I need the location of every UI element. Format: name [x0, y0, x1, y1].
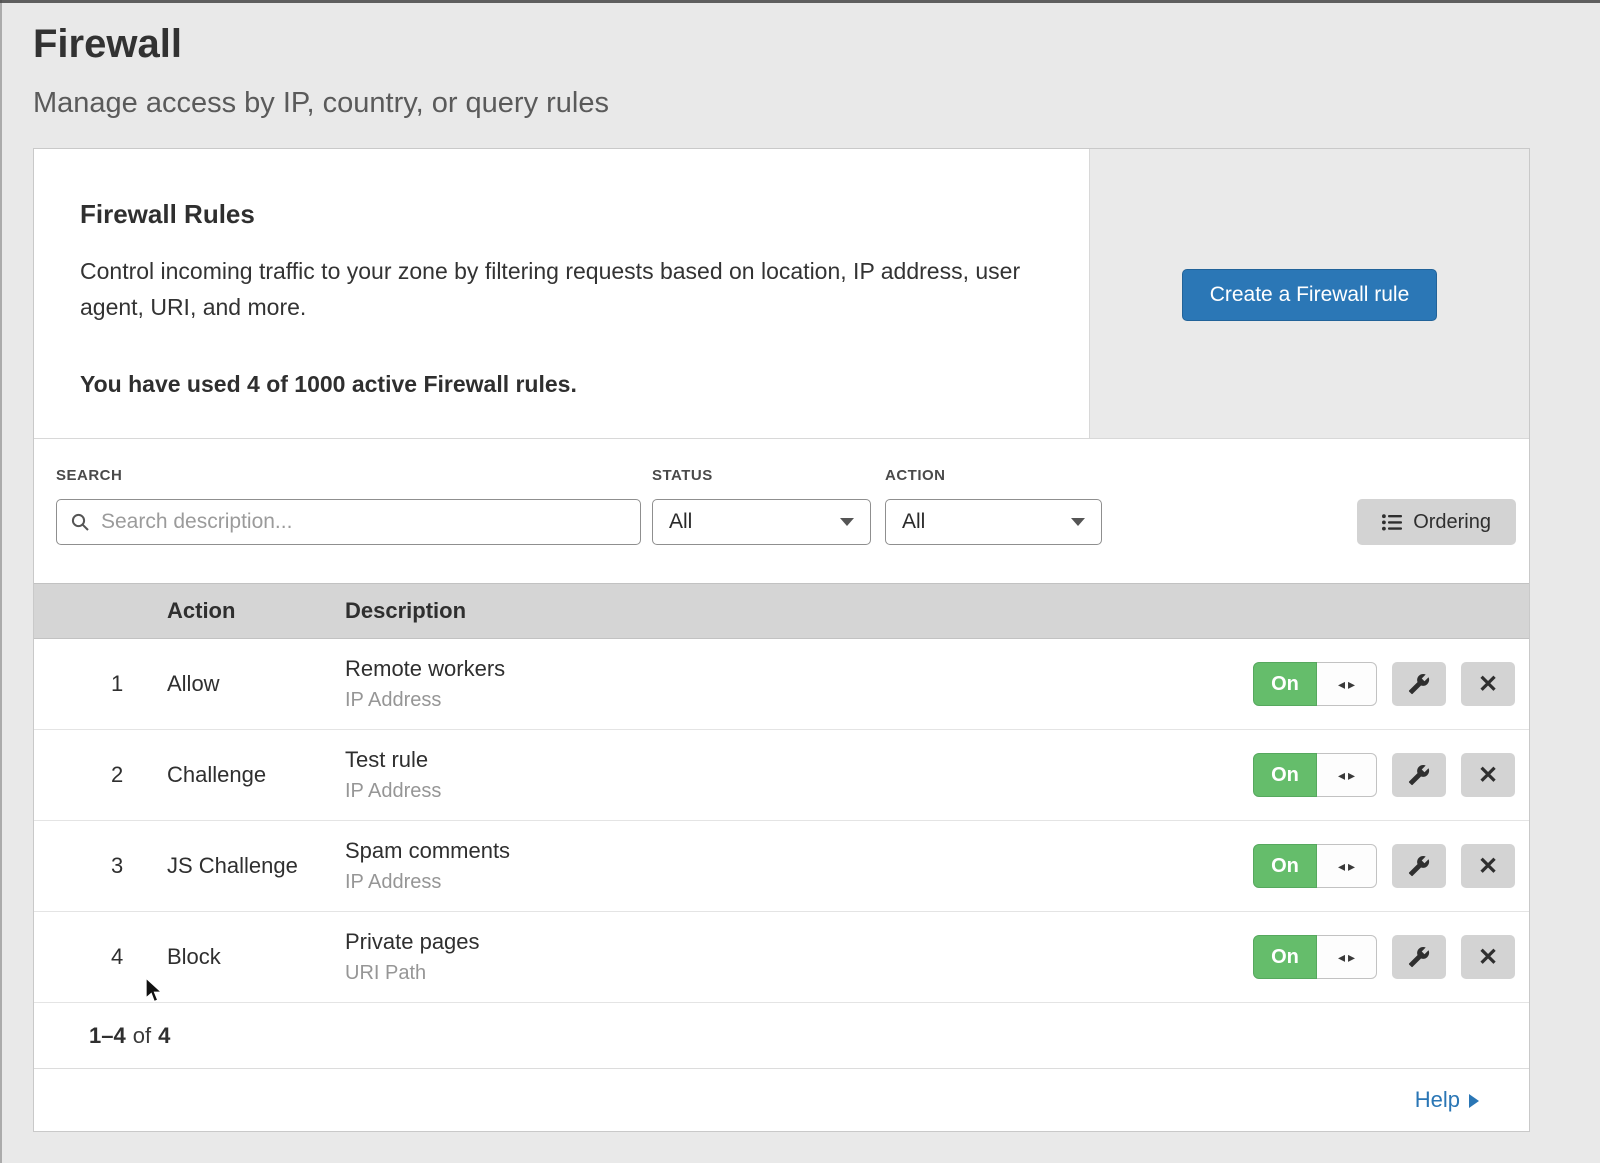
delete-rule-button[interactable]: ✕ — [1461, 844, 1515, 888]
status-select[interactable]: All — [652, 499, 871, 545]
table-row: 3 JS Challenge Spam comments IP Address … — [34, 821, 1529, 912]
status-label: STATUS — [652, 467, 871, 484]
rule-enable-toggle[interactable]: On ◂▸ — [1253, 662, 1377, 706]
action-label: ACTION — [885, 467, 1102, 484]
rule-description-cell: Spam comments IP Address — [345, 838, 1199, 894]
wrench-icon — [1408, 946, 1430, 968]
wrench-icon — [1408, 855, 1430, 877]
rule-match-type: IP Address — [345, 871, 1199, 894]
toggle-on-label[interactable]: On — [1253, 662, 1317, 706]
wrench-icon — [1408, 764, 1430, 786]
status-select-value: All — [669, 510, 692, 534]
rules-card-heading: Firewall Rules — [80, 199, 1029, 230]
table-row: 1 Allow Remote workers IP Address On ◂▸ … — [34, 639, 1529, 730]
close-icon: ✕ — [1478, 670, 1498, 699]
panel-header-action-area: Create a Firewall rule — [1089, 149, 1529, 438]
rule-controls: On ◂▸ ✕ — [1199, 662, 1529, 706]
ordering-button[interactable]: Ordering — [1357, 499, 1516, 545]
rules-card-text: Firewall Rules Control incoming traffic … — [34, 149, 1089, 438]
chevron-down-icon — [840, 518, 854, 526]
table-header-row: Action Description — [34, 583, 1529, 639]
help-link-label: Help — [1415, 1087, 1460, 1113]
rules-usage-text: You have used 4 of 1000 active Firewall … — [80, 371, 1029, 398]
toggle-arrows-icon[interactable]: ◂▸ — [1317, 844, 1377, 888]
search-filter-group: SEARCH — [56, 467, 641, 545]
edit-rule-button[interactable] — [1392, 935, 1446, 979]
help-arrow-icon — [1469, 1094, 1479, 1108]
toggle-arrows-icon[interactable]: ◂▸ — [1317, 935, 1377, 979]
rule-number: 4 — [34, 944, 167, 970]
rule-description: Private pages — [345, 929, 1199, 955]
column-header-action: Action — [167, 598, 345, 624]
edit-rule-button[interactable] — [1392, 844, 1446, 888]
rule-action: Challenge — [167, 762, 345, 788]
table-row: 4 Block Private pages URI Path On ◂▸ ✕ — [34, 912, 1529, 1003]
toggle-arrows-icon[interactable]: ◂▸ — [1317, 662, 1377, 706]
rule-number: 1 — [34, 671, 167, 697]
rule-match-type: URI Path — [345, 962, 1199, 985]
rule-number: 2 — [34, 762, 167, 788]
rule-description: Remote workers — [345, 656, 1199, 682]
firewall-page: Firewall Manage access by IP, country, o… — [0, 0, 1600, 1132]
page-subtitle: Manage access by IP, country, or query r… — [33, 87, 1567, 120]
table-row: 2 Challenge Test rule IP Address On ◂▸ ✕ — [34, 730, 1529, 821]
toggle-on-label[interactable]: On — [1253, 844, 1317, 888]
help-link[interactable]: Help — [1415, 1087, 1479, 1113]
delete-rule-button[interactable]: ✕ — [1461, 935, 1515, 979]
pagination-separator: of — [133, 1023, 151, 1049]
close-icon: ✕ — [1478, 943, 1498, 972]
rule-controls: On ◂▸ ✕ — [1199, 753, 1529, 797]
list-ordering-icon — [1382, 514, 1402, 531]
panel-header: Firewall Rules Control incoming traffic … — [34, 149, 1529, 438]
edit-rule-button[interactable] — [1392, 753, 1446, 797]
wrench-icon — [1408, 673, 1430, 695]
chevron-down-icon — [1071, 518, 1085, 526]
edit-rule-button[interactable] — [1392, 662, 1446, 706]
search-box — [56, 499, 641, 545]
delete-rule-button[interactable]: ✕ — [1461, 753, 1515, 797]
rules-card-description: Control incoming traffic to your zone by… — [80, 254, 1029, 325]
filters-bar: SEARCH STATUS All ACTION — [34, 438, 1529, 583]
search-icon — [70, 512, 90, 532]
rule-description-cell: Private pages URI Path — [345, 929, 1199, 985]
action-filter-group: ACTION All — [885, 467, 1102, 545]
create-firewall-rule-button[interactable]: Create a Firewall rule — [1182, 269, 1438, 321]
close-icon: ✕ — [1478, 852, 1498, 881]
pagination-summary: 1–4 of 4 — [34, 1003, 1529, 1069]
ordering-button-label: Ordering — [1413, 511, 1491, 534]
rule-description: Test rule — [345, 747, 1199, 773]
rule-enable-toggle[interactable]: On ◂▸ — [1253, 844, 1377, 888]
pagination-total: 4 — [158, 1023, 170, 1049]
delete-rule-button[interactable]: ✕ — [1461, 662, 1515, 706]
rule-action: JS Challenge — [167, 853, 345, 879]
status-filter-group: STATUS All — [652, 467, 871, 545]
column-header-description: Description — [345, 598, 1199, 624]
toggle-on-label[interactable]: On — [1253, 935, 1317, 979]
rule-action: Allow — [167, 671, 345, 697]
close-icon: ✕ — [1478, 761, 1498, 790]
toggle-arrows-icon[interactable]: ◂▸ — [1317, 753, 1377, 797]
firewall-rules-panel: Firewall Rules Control incoming traffic … — [33, 148, 1530, 1132]
rule-action: Block — [167, 944, 345, 970]
rule-controls: On ◂▸ ✕ — [1199, 844, 1529, 888]
toggle-on-label[interactable]: On — [1253, 753, 1317, 797]
rule-match-type: IP Address — [345, 689, 1199, 712]
rule-controls: On ◂▸ ✕ — [1199, 935, 1529, 979]
rule-number: 3 — [34, 853, 167, 879]
rule-enable-toggle[interactable]: On ◂▸ — [1253, 753, 1377, 797]
rule-description-cell: Remote workers IP Address — [345, 656, 1199, 712]
rule-description-cell: Test rule IP Address — [345, 747, 1199, 803]
action-select[interactable]: All — [885, 499, 1102, 545]
search-label: SEARCH — [56, 467, 641, 484]
rule-description: Spam comments — [345, 838, 1199, 864]
rule-enable-toggle[interactable]: On ◂▸ — [1253, 935, 1377, 979]
action-select-value: All — [902, 510, 925, 534]
pagination-range: 1–4 — [89, 1023, 126, 1049]
search-input[interactable] — [56, 499, 641, 545]
rule-match-type: IP Address — [345, 780, 1199, 803]
panel-footer: Help — [34, 1069, 1529, 1131]
page-title: Firewall — [33, 22, 1567, 67]
